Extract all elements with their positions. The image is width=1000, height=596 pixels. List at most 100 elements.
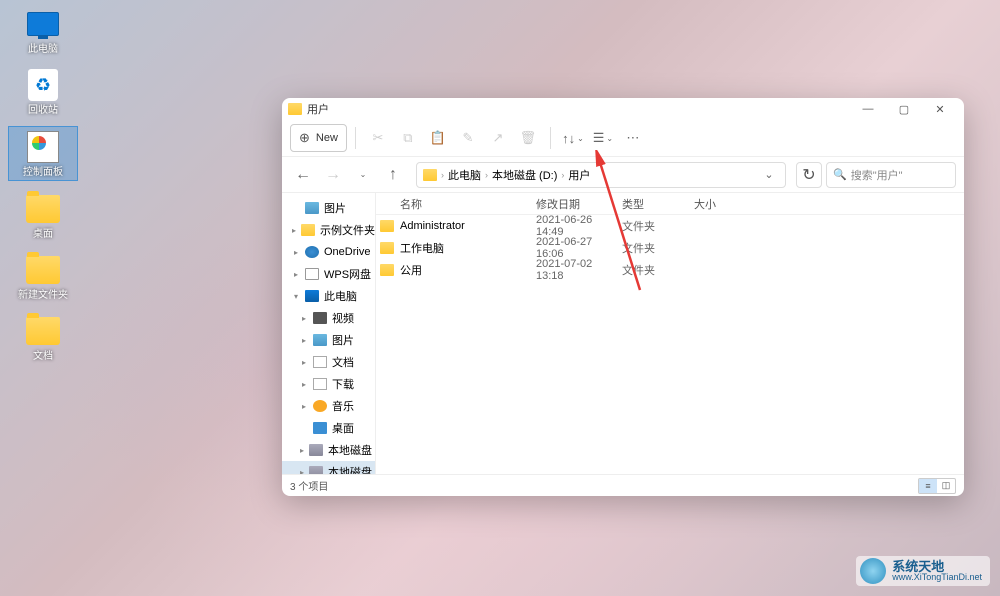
sidebar-item[interactable]: ▸视频	[282, 307, 375, 329]
folder-icon	[423, 169, 437, 181]
search-input[interactable]: 🔍 搜索"用户"	[826, 162, 956, 188]
forward-button[interactable]: →	[320, 162, 346, 188]
rename-button[interactable]: ✎	[454, 124, 482, 152]
col-name[interactable]: 名称	[376, 196, 536, 212]
view-button[interactable]: ☰⌄	[589, 124, 617, 152]
refresh-button[interactable]: ↻	[796, 162, 822, 188]
si-pic-icon	[305, 202, 319, 214]
delete-button[interactable]: 🗑	[514, 124, 542, 152]
col-date[interactable]: 修改日期	[536, 196, 622, 212]
file-row[interactable]: Administrator2021-06-26 14:49文件夹	[376, 215, 964, 237]
desktop-icon-folder[interactable]: 新建文件夹	[8, 250, 78, 303]
sidebar-item[interactable]: ▸ 下载	[282, 373, 375, 395]
sidebar-item[interactable]: ▸图片	[282, 197, 375, 219]
file-date: 2021-07-02 13:18	[536, 258, 622, 282]
sidebar-label: 桌面	[332, 420, 354, 436]
expander-icon[interactable]: ▸	[300, 446, 304, 455]
si-pic-icon	[313, 334, 327, 346]
folder-icon	[380, 264, 394, 276]
sidebar-item[interactable]: ▸示例文件夹	[282, 219, 375, 241]
expander-icon[interactable]: ▸	[300, 358, 308, 367]
expander-icon[interactable]: ▸	[300, 336, 308, 345]
file-type: 文件夹	[622, 218, 694, 234]
watermark-url: www.XiTongTianDi.net	[892, 573, 982, 582]
sidebar-label: 图片	[332, 332, 354, 348]
si-desk-icon	[313, 422, 327, 434]
breadcrumb[interactable]: › 此电脑 › 本地磁盘 (D:) › 用户 ⌄	[416, 162, 786, 188]
sidebar-item[interactable]: ▸音乐	[282, 395, 375, 417]
close-button[interactable]: ✕	[922, 98, 958, 120]
share-button[interactable]: ↗	[484, 124, 512, 152]
copy-button[interactable]: ⧉	[394, 124, 422, 152]
expander-icon[interactable]: ▸	[300, 314, 308, 323]
icons-view-button[interactable]: ◫	[937, 479, 955, 493]
si-music-icon	[313, 400, 327, 412]
watermark-icon	[860, 558, 886, 584]
details-view-button[interactable]: ≡	[919, 479, 937, 493]
file-type: 文件夹	[622, 262, 694, 278]
monitor-icon	[25, 6, 61, 42]
file-row[interactable]: 工作电脑2021-06-27 16:06文件夹	[376, 237, 964, 259]
icon-label: 桌面	[33, 229, 53, 240]
sidebar-item[interactable]: ▸本地磁盘 (C:)	[282, 439, 375, 461]
sidebar-item[interactable]: ▸本地磁盘 (D:)	[282, 461, 375, 474]
minimize-button[interactable]: —	[850, 98, 886, 120]
sidebar-item[interactable]: ▸文档	[282, 351, 375, 373]
breadcrumb-dropdown[interactable]: ⌄	[759, 168, 779, 181]
si-folder-icon	[301, 224, 315, 236]
desktop-icon-recycle[interactable]: ♻回收站	[8, 65, 78, 118]
sidebar-label: 本地磁盘 (D:)	[328, 464, 376, 474]
search-placeholder: 搜索"用户"	[851, 167, 903, 183]
new-label: New	[316, 132, 338, 144]
breadcrumb-item[interactable]: 用户	[568, 167, 590, 183]
desktop-icon-folder[interactable]: 文档	[8, 311, 78, 364]
expander-icon[interactable]: ▸	[300, 380, 308, 389]
column-headers[interactable]: 名称 修改日期 类型 大小	[376, 193, 964, 215]
rename-icon: ✎	[462, 130, 473, 146]
sidebar[interactable]: ▸图片▸示例文件夹▸OneDrive▸WPS网盘▾此电脑▸视频▸图片▸文档▸下载…	[282, 193, 376, 474]
file-date: 2021-06-27 16:06	[536, 236, 622, 260]
sort-button[interactable]: ↑↓⌄	[559, 124, 587, 152]
item-count: 3 个项目	[290, 478, 328, 493]
recent-dropdown[interactable]: ⌄	[350, 162, 376, 188]
expander-icon[interactable]: ▸	[292, 226, 296, 235]
new-button[interactable]: ⊕ New	[290, 124, 347, 152]
desktop-icon-monitor[interactable]: 此电脑	[8, 4, 78, 57]
file-name: 工作电脑	[400, 240, 536, 256]
expander-icon[interactable]: ▾	[292, 292, 300, 301]
plus-icon: ⊕	[299, 130, 310, 146]
desktop-icon-folder[interactable]: 桌面	[8, 189, 78, 242]
sidebar-item[interactable]: ▸ 图片	[282, 329, 375, 351]
cut-button[interactable]: ✂	[364, 124, 392, 152]
expander-icon[interactable]: ▸	[292, 270, 300, 279]
file-list[interactable]: Administrator2021-06-26 14:49文件夹工作电脑2021…	[376, 215, 964, 474]
folder-icon	[25, 313, 61, 349]
si-drive-icon	[309, 466, 323, 474]
titlebar[interactable]: 用户 — ▢ ✕	[282, 98, 964, 120]
folder-icon	[25, 252, 61, 288]
sidebar-item[interactable]: ▾此电脑	[282, 285, 375, 307]
maximize-button[interactable]: ▢	[886, 98, 922, 120]
file-row[interactable]: 公用2021-07-02 13:18文件夹	[376, 259, 964, 281]
up-button[interactable]: ↑	[380, 162, 406, 188]
sidebar-item[interactable]: ▸OneDrive	[282, 241, 375, 263]
sidebar-item[interactable]: ▸ WPS网盘	[282, 263, 375, 285]
divider	[355, 127, 356, 149]
breadcrumb-item[interactable]: 此电脑	[448, 167, 481, 183]
sidebar-label: 下载	[332, 376, 354, 392]
back-button[interactable]: ←	[290, 162, 316, 188]
more-button[interactable]: ⋯	[619, 124, 647, 152]
expander-icon[interactable]: ▸	[300, 402, 308, 411]
file-list-panel: 名称 修改日期 类型 大小 Administrator2021-06-26 14…	[376, 193, 964, 474]
col-size[interactable]: 大小	[694, 196, 746, 212]
sidebar-item[interactable]: ▸桌面	[282, 417, 375, 439]
col-type[interactable]: 类型	[622, 196, 694, 212]
expander-icon[interactable]: ▸	[292, 248, 300, 257]
content-area: ▸图片▸示例文件夹▸OneDrive▸WPS网盘▾此电脑▸视频▸图片▸文档▸下载…	[282, 192, 964, 474]
folder-icon	[288, 103, 302, 115]
cut-icon: ✂	[372, 130, 383, 146]
sidebar-label: WPS网盘	[324, 266, 371, 282]
breadcrumb-item[interactable]: 本地磁盘 (D:)	[492, 167, 557, 183]
desktop-icon-control[interactable]: 控制面板	[8, 126, 78, 181]
paste-button[interactable]: 📋	[424, 124, 452, 152]
